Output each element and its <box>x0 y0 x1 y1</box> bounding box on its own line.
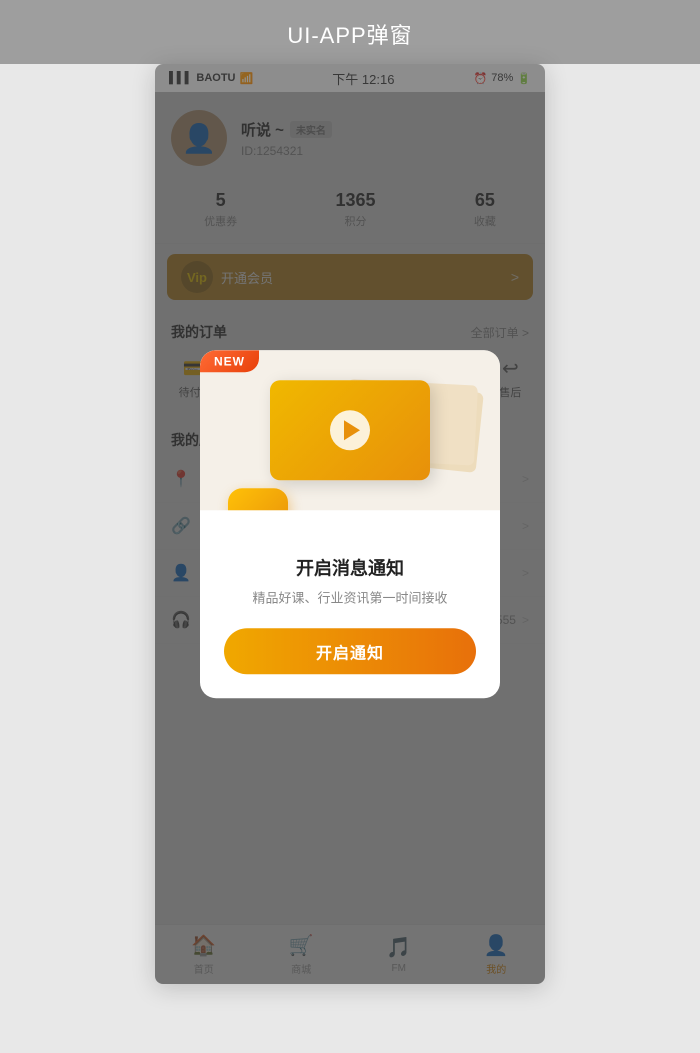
chat-bubble-icon <box>228 488 288 510</box>
video-card[interactable] <box>270 380 430 480</box>
play-triangle-icon <box>344 420 360 440</box>
phone-frame: ▌▌▌ BAOTU 📶 下午 12:16 ⏰ 78% 🔋 👤 听说 ~ 未实名 … <box>155 64 545 984</box>
modal-content: 开启消息通知 精品好课、行业资讯第一时间接收 开启通知 <box>200 510 500 674</box>
modal-title: 开启消息通知 <box>224 554 476 580</box>
enable-notification-button[interactable]: 开启通知 <box>224 628 476 674</box>
page-title: UI-APP弹窗 <box>0 0 700 64</box>
modal-popup: NEW 开启消息通知 <box>200 350 500 698</box>
modal-desc: 精品好课、行业资讯第一时间接收 <box>224 588 476 608</box>
modal-image-area: NEW <box>200 350 500 510</box>
play-button[interactable] <box>330 410 370 450</box>
new-badge: NEW <box>200 350 259 372</box>
